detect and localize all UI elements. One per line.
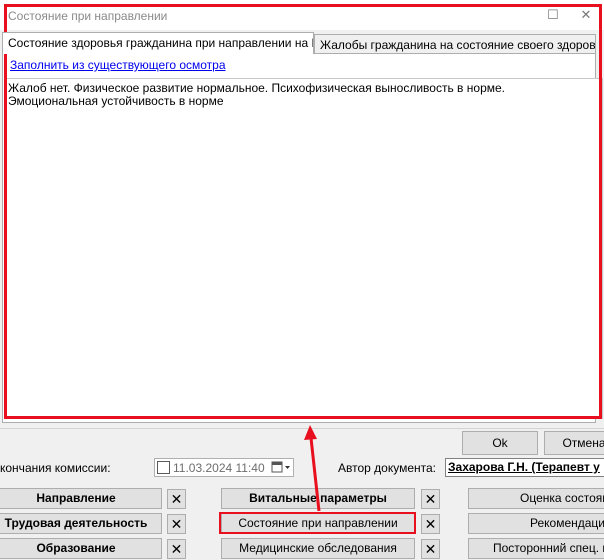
remove-vital-params-icon[interactable]: ✕ (421, 489, 440, 509)
fill-from-exam-link[interactable]: Заполнить из существующего осмотра (10, 58, 226, 72)
vital-params-button[interactable]: Витальные параметры (221, 488, 415, 509)
direction-button[interactable]: Направление (0, 488, 162, 509)
end-date-label: кончания комиссии: (0, 461, 111, 475)
health-state-textarea[interactable] (5, 78, 603, 419)
end-date-value: 11.03.2024 11:40 (173, 461, 265, 475)
dialog-title: Состояние при направлении (8, 9, 168, 23)
work-activity-button[interactable]: Трудовая деятельность (0, 513, 162, 534)
author-value: Захарова Г.Н. (Терапевт у (448, 460, 600, 474)
external-specialist-button[interactable]: Посторонний спец. ме (468, 538, 604, 559)
ok-button[interactable]: Ok (462, 431, 538, 455)
cancel-button[interactable]: Отмена (544, 431, 604, 455)
health-state-text: Жалоб нет. Физическое развитие нормально… (8, 81, 505, 108)
end-date-checkbox[interactable] (157, 461, 170, 474)
tab-health-state[interactable]: Состояние здоровья гражданина при направ… (2, 32, 314, 54)
remove-state-on-direction-icon[interactable]: ✕ (421, 514, 440, 534)
remove-work-activity-icon[interactable]: ✕ (167, 514, 186, 534)
medical-exams-button[interactable]: Медицинские обследования (221, 538, 415, 559)
dialog-window: Состояние при направлении ☐ ✕ Состояние … (0, 0, 604, 428)
calendar-dropdown-icon[interactable] (270, 460, 292, 475)
remove-medical-exams-icon[interactable]: ✕ (421, 539, 440, 559)
state-on-direction-button[interactable]: Состояние при направлении (221, 513, 415, 534)
recommendations-button[interactable]: Рекомендаци (468, 513, 604, 534)
author-label: Автор документа: (338, 461, 437, 475)
maximize-icon[interactable]: ☐ (543, 4, 563, 26)
education-button[interactable]: Образование (0, 538, 162, 559)
close-icon[interactable]: ✕ (576, 4, 596, 26)
remove-direction-icon[interactable]: ✕ (167, 489, 186, 509)
tab-complaints[interactable]: Жалобы гражданина на состояние своего зд… (314, 34, 596, 54)
assessment-button[interactable]: Оценка состоян (468, 488, 604, 509)
remove-education-icon[interactable]: ✕ (167, 539, 186, 559)
